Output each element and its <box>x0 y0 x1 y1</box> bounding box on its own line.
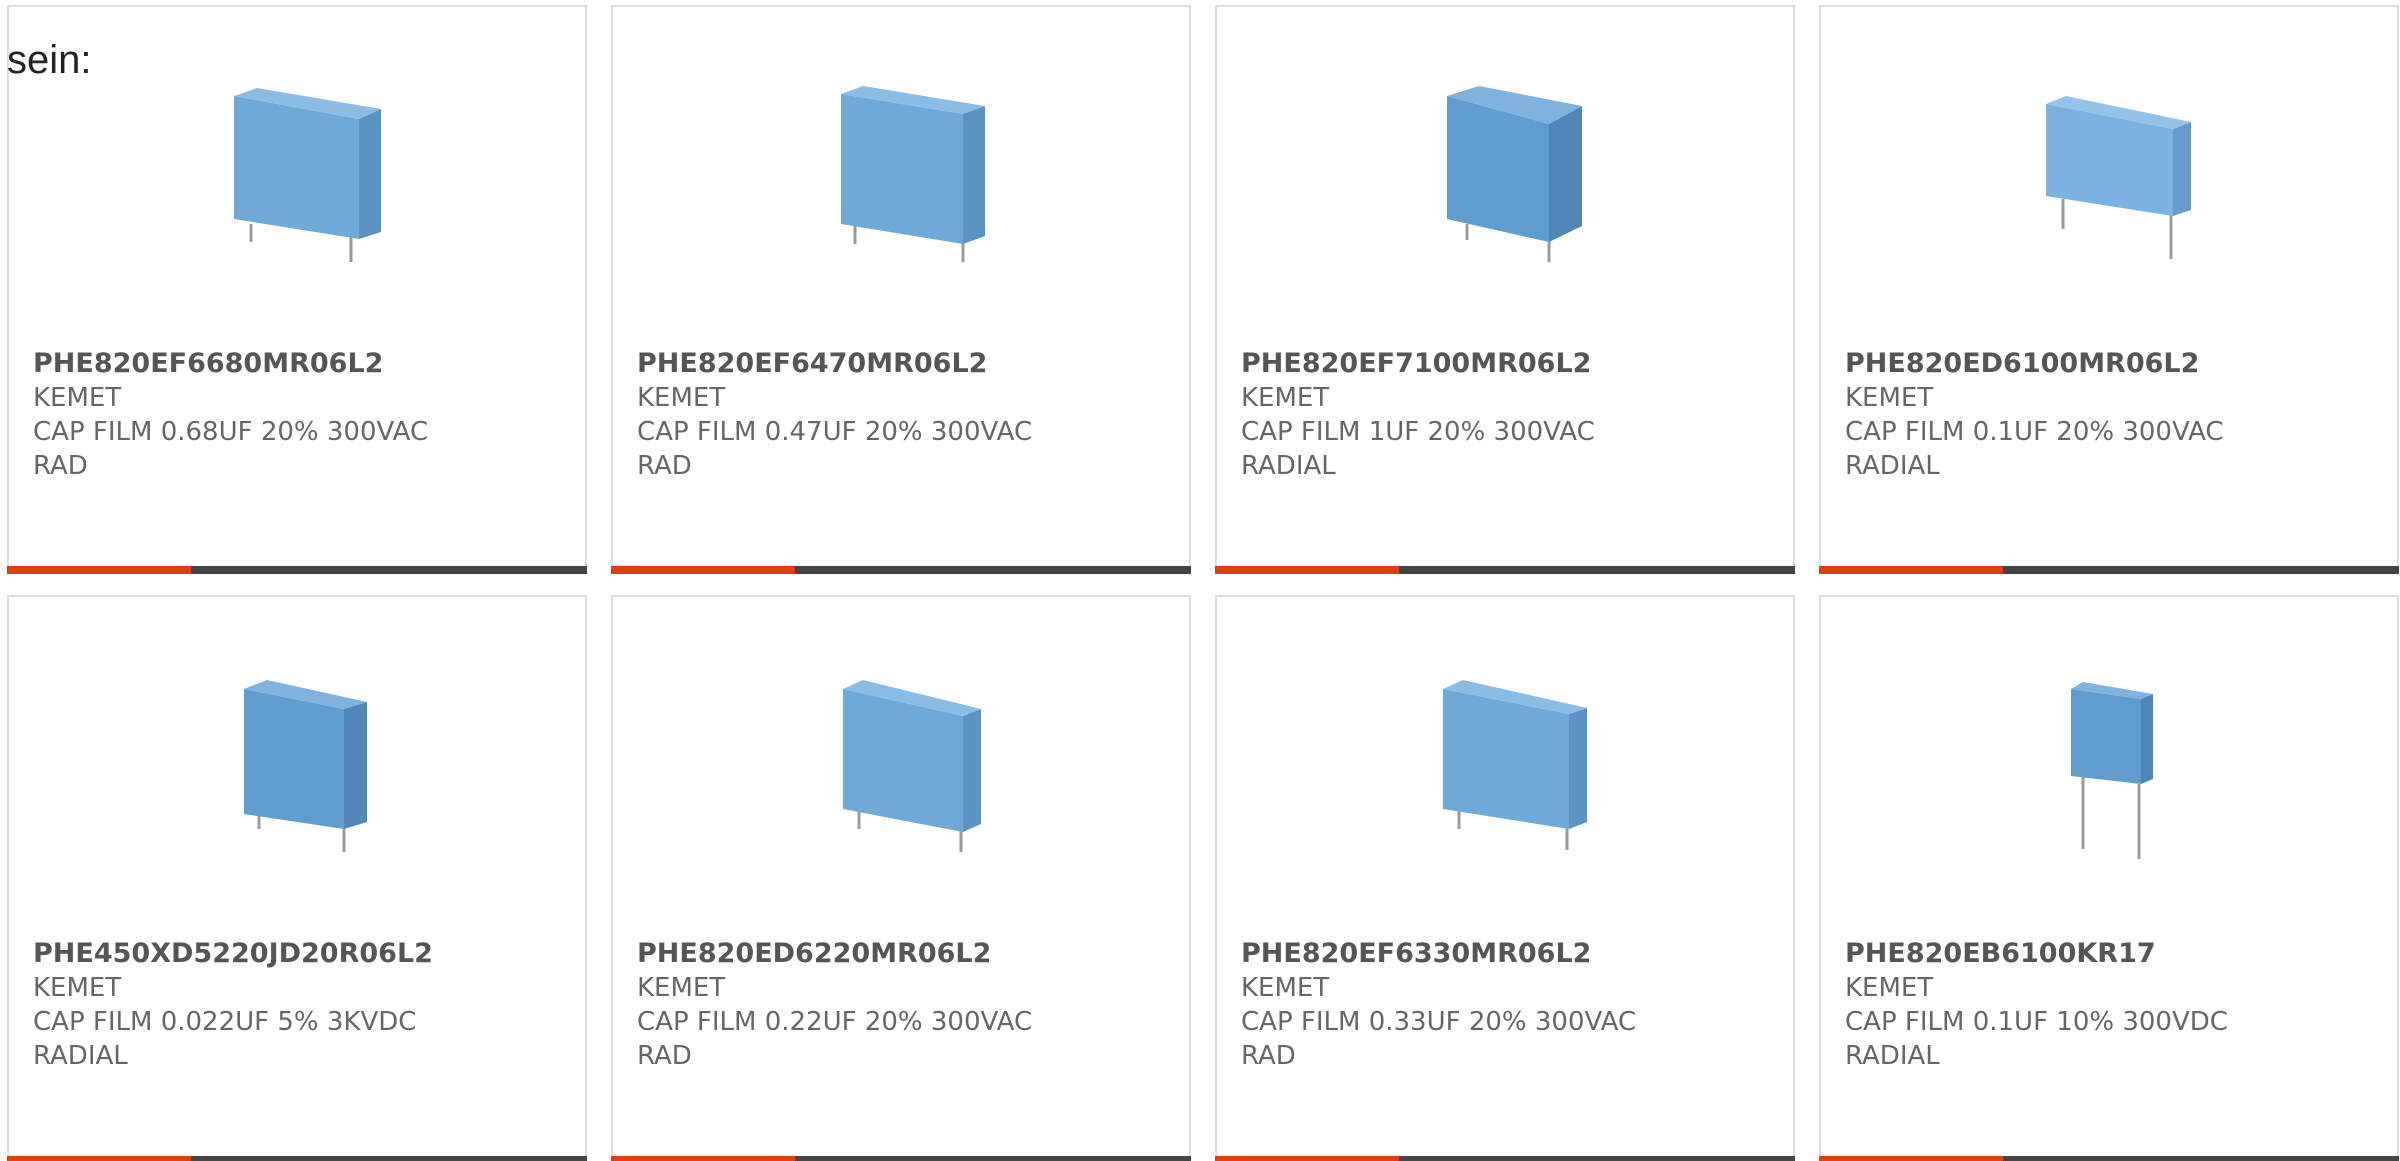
capacitor-image[interactable] <box>803 79 1003 279</box>
part-number-link[interactable]: PHE820EB6100KR17 <box>1845 937 2365 971</box>
product-info: PHE820EF6470MR06L2 KEMET CAP FILM 0.47UF… <box>637 347 1157 483</box>
product-description: CAP FILM 0.1UF 20% 300VAC RADIAL <box>1845 417 2224 481</box>
product-card[interactable]: PHE820EB6100KR17 KEMET CAP FILM 0.1UF 10… <box>1819 595 2399 1161</box>
product-description: CAP FILM 0.1UF 10% 300VDC RADIAL <box>1845 1007 2228 1071</box>
card-bottom-bar <box>611 1156 1191 1161</box>
part-number-link[interactable]: PHE820EF6330MR06L2 <box>1241 937 1761 971</box>
card-bottom-bar <box>611 566 1191 574</box>
capacitor-image[interactable] <box>1407 669 1607 869</box>
manufacturer: KEMET <box>637 973 726 1003</box>
part-number-link[interactable]: PHE820EF6470MR06L2 <box>637 347 1157 381</box>
capacitor-image[interactable] <box>2011 79 2211 279</box>
product-info: PHE820EB6100KR17 KEMET CAP FILM 0.1UF 10… <box>1845 937 2365 1073</box>
product-description: CAP FILM 0.022UF 5% 3KVDC RADIAL <box>33 1007 417 1071</box>
card-bottom-bar <box>1215 1156 1795 1161</box>
product-card[interactable]: PHE820EF7100MR06L2 KEMET CAP FILM 1UF 20… <box>1215 5 1795 574</box>
card-bottom-bar <box>1819 1156 2399 1161</box>
card-bottom-bar <box>7 1156 587 1161</box>
manufacturer: KEMET <box>1241 383 1330 413</box>
product-card[interactable]: PHE820EF6330MR06L2 KEMET CAP FILM 0.33UF… <box>1215 595 1795 1161</box>
capacitor-image[interactable] <box>1407 79 1607 279</box>
capacitor-image[interactable] <box>2011 669 2211 869</box>
card-accent-bar <box>1215 1156 1399 1161</box>
capacitor-image[interactable] <box>803 669 1003 869</box>
product-info: PHE820ED6220MR06L2 KEMET CAP FILM 0.22UF… <box>637 937 1157 1073</box>
card-bottom-bar <box>7 566 587 574</box>
part-number-link[interactable]: PHE820ED6220MR06L2 <box>637 937 1157 971</box>
product-grid-page: sein: PHE820EF6680MR06L2 KEMET CAP FILM … <box>0 0 2400 1161</box>
part-number-link[interactable]: PHE450XD5220JD20R06L2 <box>33 937 553 971</box>
manufacturer: KEMET <box>1241 973 1330 1003</box>
product-description: CAP FILM 0.33UF 20% 300VAC RAD <box>1241 1007 1637 1071</box>
product-card[interactable]: PHE820ED6220MR06L2 KEMET CAP FILM 0.22UF… <box>611 595 1191 1161</box>
manufacturer: KEMET <box>1845 383 1934 413</box>
manufacturer: KEMET <box>33 383 122 413</box>
product-card[interactable]: PHE820EF6470MR06L2 KEMET CAP FILM 0.47UF… <box>611 5 1191 574</box>
product-card[interactable]: PHE820ED6100MR06L2 KEMET CAP FILM 0.1UF … <box>1819 5 2399 574</box>
product-info: PHE820EF7100MR06L2 KEMET CAP FILM 1UF 20… <box>1241 347 1761 483</box>
card-accent-bar <box>611 1156 795 1161</box>
product-description: CAP FILM 1UF 20% 300VAC RADIAL <box>1241 417 1595 481</box>
product-info: PHE450XD5220JD20R06L2 KEMET CAP FILM 0.0… <box>33 937 553 1073</box>
capacitor-image[interactable] <box>199 669 399 869</box>
product-description: CAP FILM 0.68UF 20% 300VAC RAD <box>33 417 429 481</box>
product-description: CAP FILM 0.47UF 20% 300VAC RAD <box>637 417 1033 481</box>
product-info: PHE820EF6680MR06L2 KEMET CAP FILM 0.68UF… <box>33 347 553 483</box>
card-accent-bar <box>1819 1156 2003 1161</box>
card-accent-bar <box>1215 566 1399 574</box>
manufacturer: KEMET <box>1845 973 1934 1003</box>
part-number-link[interactable]: PHE820ED6100MR06L2 <box>1845 347 2365 381</box>
card-bottom-bar <box>1819 566 2399 574</box>
product-description: CAP FILM 0.22UF 20% 300VAC RAD <box>637 1007 1033 1071</box>
manufacturer: KEMET <box>637 383 726 413</box>
product-info: PHE820EF6330MR06L2 KEMET CAP FILM 0.33UF… <box>1241 937 1761 1073</box>
intro-text: sein: <box>7 38 92 82</box>
card-bottom-bar <box>1215 566 1795 574</box>
product-info: PHE820ED6100MR06L2 KEMET CAP FILM 0.1UF … <box>1845 347 2365 483</box>
product-card[interactable]: PHE450XD5220JD20R06L2 KEMET CAP FILM 0.0… <box>7 595 587 1161</box>
card-accent-bar <box>7 1156 191 1161</box>
part-number-link[interactable]: PHE820EF7100MR06L2 <box>1241 347 1761 381</box>
card-accent-bar <box>611 566 795 574</box>
card-accent-bar <box>7 566 191 574</box>
part-number-link[interactable]: PHE820EF6680MR06L2 <box>33 347 553 381</box>
product-card[interactable]: PHE820EF6680MR06L2 KEMET CAP FILM 0.68UF… <box>7 5 587 574</box>
card-accent-bar <box>1819 566 2003 574</box>
capacitor-image[interactable] <box>199 79 399 279</box>
manufacturer: KEMET <box>33 973 122 1003</box>
